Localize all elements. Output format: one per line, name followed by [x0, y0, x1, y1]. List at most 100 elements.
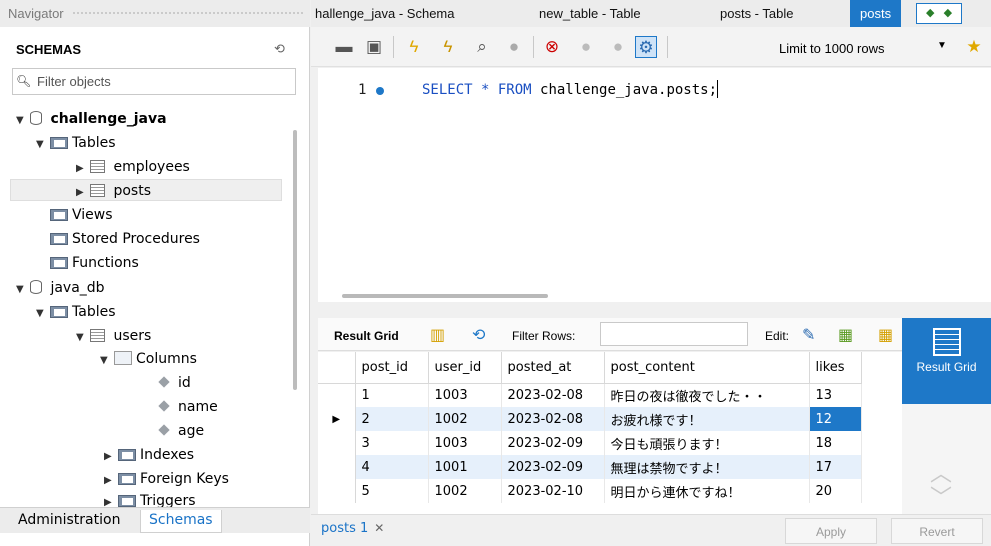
collapse-arrow-icon[interactable]: ▼	[16, 279, 30, 301]
filter-rows-input[interactable]	[600, 322, 748, 346]
autocommit-icon[interactable]: ⚙	[635, 36, 657, 58]
table-cell[interactable]: 1002	[428, 479, 502, 503]
tab-new-table[interactable]: new_table - Table	[539, 0, 641, 27]
result-grid-label[interactable]: Result Grid	[334, 329, 399, 343]
rollback-icon[interactable]: ●	[607, 36, 629, 58]
open-folder-icon[interactable]: ▬	[333, 36, 355, 58]
form-view-icon[interactable]: ▥	[430, 325, 445, 345]
limit-rows-select[interactable]: Limit to 1000 rows	[779, 41, 885, 56]
tab-schemas[interactable]: Schemas	[140, 510, 222, 533]
expand-arrow-icon[interactable]: ▶	[104, 492, 118, 507]
table-cell[interactable]: 2023-02-08	[501, 407, 605, 431]
tree-views-folder[interactable]: Views	[50, 204, 113, 226]
drag-handle[interactable]	[72, 11, 304, 16]
expand-arrow-icon[interactable]: ▶	[104, 446, 118, 468]
tree-table-posts[interactable]: ▶ posts	[10, 179, 282, 201]
table-cell[interactable]: 2	[355, 407, 429, 431]
edit-row-icon[interactable]: ✎	[802, 325, 815, 345]
column-header[interactable]: post_content	[604, 352, 810, 384]
table-cell[interactable]: 1003	[428, 383, 502, 407]
tab-posts-table[interactable]: posts - Table	[720, 0, 793, 27]
execute-current-icon[interactable]: ϟ	[437, 36, 459, 58]
revert-button[interactable]: Revert	[891, 518, 983, 544]
add-row-icon[interactable]: ▦	[838, 325, 853, 345]
toggle-error-icon[interactable]: ⊗	[541, 36, 563, 58]
tree-table-employees[interactable]: ▶ employees	[76, 156, 190, 178]
column-header[interactable]: user_id	[428, 352, 502, 384]
refresh-results-icon[interactable]: ⟲	[472, 325, 485, 345]
sql-editor[interactable]: 1 SELECT * FROM challenge_java.posts;	[318, 68, 991, 302]
close-icon[interactable]: ✕	[374, 521, 384, 535]
delete-row-icon[interactable]: ▦	[878, 325, 893, 345]
explain-icon[interactable]: ⌕	[471, 36, 493, 58]
tree-schema-java-db[interactable]: ▼ java_db	[16, 277, 105, 299]
collapse-arrow-icon[interactable]: ▼	[16, 110, 30, 132]
table-cell[interactable]: 18	[809, 431, 862, 455]
tree-column-id[interactable]: id	[156, 372, 191, 394]
chevron-down-icon[interactable]: ﹀	[930, 480, 952, 512]
expand-arrow-icon[interactable]: ▶	[104, 470, 118, 492]
table-row[interactable]: 5 1002 2023-02-10 明日から連休ですね！ 20	[318, 479, 862, 503]
column-header[interactable]: post_id	[355, 352, 429, 384]
tab-schema-challenge-java[interactable]: hallenge_java - Schema	[315, 0, 454, 27]
apply-button[interactable]: Apply	[785, 518, 877, 544]
navigator-scrollbar[interactable]	[293, 130, 297, 390]
tree-stored-procedures-folder[interactable]: Stored Procedures	[50, 228, 200, 250]
tree-column-name[interactable]: name	[156, 396, 218, 418]
result-grid[interactable]: post_id user_id posted_at post_content l…	[318, 352, 902, 514]
expand-arrow-icon[interactable]: ▶	[76, 182, 90, 204]
collapse-arrow-icon[interactable]: ▼	[76, 327, 90, 349]
table-row[interactable]: ▶ 2 1002 2023-02-08 お疲れ様です！ 12	[318, 407, 862, 431]
editor-horizontal-scrollbar[interactable]	[342, 294, 548, 298]
collapse-arrow-icon[interactable]: ▼	[100, 350, 114, 372]
tab-administration[interactable]: Administration	[10, 510, 128, 530]
row-gutter[interactable]	[318, 479, 356, 503]
row-gutter[interactable]	[318, 431, 356, 455]
commit-icon[interactable]: ●	[575, 36, 597, 58]
save-icon[interactable]: ▣	[363, 36, 385, 58]
refresh-icon[interactable]: ⟲	[274, 41, 285, 57]
column-header[interactable]: posted_at	[501, 352, 605, 384]
stop-icon[interactable]: ●	[503, 36, 525, 58]
tree-tables-folder-2[interactable]: ▼ Tables	[36, 301, 116, 323]
table-cell[interactable]: 13	[809, 383, 862, 407]
table-row[interactable]: 1 1003 2023-02-08 昨日の夜は徹夜でした・・ 13	[318, 383, 862, 407]
star-icon[interactable]: ★	[963, 36, 985, 58]
table-cell[interactable]: 1	[355, 383, 429, 407]
tree-triggers-folder[interactable]: ▶ Triggers	[104, 490, 196, 507]
table-cell[interactable]: 今日も頑張ります！	[604, 431, 810, 455]
tree-foreign-keys-folder[interactable]: ▶ Foreign Keys	[104, 468, 229, 490]
table-cell[interactable]: 無理は禁物ですよ！	[604, 455, 810, 479]
tree-schema-challenge-java[interactable]: ▼ challenge_java	[16, 108, 167, 130]
table-cell[interactable]: 2023-02-09	[501, 431, 605, 455]
table-cell[interactable]: 1001	[428, 455, 502, 479]
row-gutter[interactable]	[318, 383, 356, 407]
selected-cell[interactable]: 12	[809, 407, 862, 431]
table-cell[interactable]: 5	[355, 479, 429, 503]
table-cell[interactable]: 2023-02-08	[501, 383, 605, 407]
table-row[interactable]: 3 1003 2023-02-09 今日も頑張ります！ 18	[318, 431, 862, 455]
table-cell[interactable]: 明日から連休ですね！	[604, 479, 810, 503]
filter-objects-field[interactable]: 🔍︎	[12, 68, 296, 95]
collapse-arrow-icon[interactable]: ▼	[36, 134, 50, 156]
chevron-down-icon[interactable]: ▼	[937, 40, 947, 51]
expand-arrow-icon[interactable]: ▶	[76, 158, 90, 180]
result-grid-side-button[interactable]: Result Grid	[902, 318, 991, 404]
tree-tables-folder[interactable]: ▼ Tables	[36, 132, 116, 154]
table-cell[interactable]: 20	[809, 479, 862, 503]
table-cell[interactable]: 2023-02-10	[501, 479, 605, 503]
tree-table-users[interactable]: ▼ users	[76, 325, 151, 347]
row-gutter[interactable]	[318, 455, 356, 479]
tab-scroll-arrows-icon[interactable]: ◆ ◆	[916, 3, 962, 24]
tab-posts-query[interactable]: posts	[850, 0, 902, 27]
table-cell[interactable]: 17	[809, 455, 862, 479]
table-cell[interactable]: 昨日の夜は徹夜でした・・	[604, 383, 810, 407]
table-row[interactable]: 4 1001 2023-02-09 無理は禁物ですよ！ 17	[318, 455, 862, 479]
table-cell[interactable]: お疲れ様です！	[604, 407, 810, 431]
table-cell[interactable]: 1002	[428, 407, 502, 431]
result-tab-posts-1[interactable]: posts 1 ✕	[321, 521, 384, 536]
column-header[interactable]: likes	[809, 352, 862, 384]
collapse-arrow-icon[interactable]: ▼	[36, 303, 50, 325]
tree-indexes-folder[interactable]: ▶ Indexes	[104, 444, 194, 466]
table-cell[interactable]: 2023-02-09	[501, 455, 605, 479]
